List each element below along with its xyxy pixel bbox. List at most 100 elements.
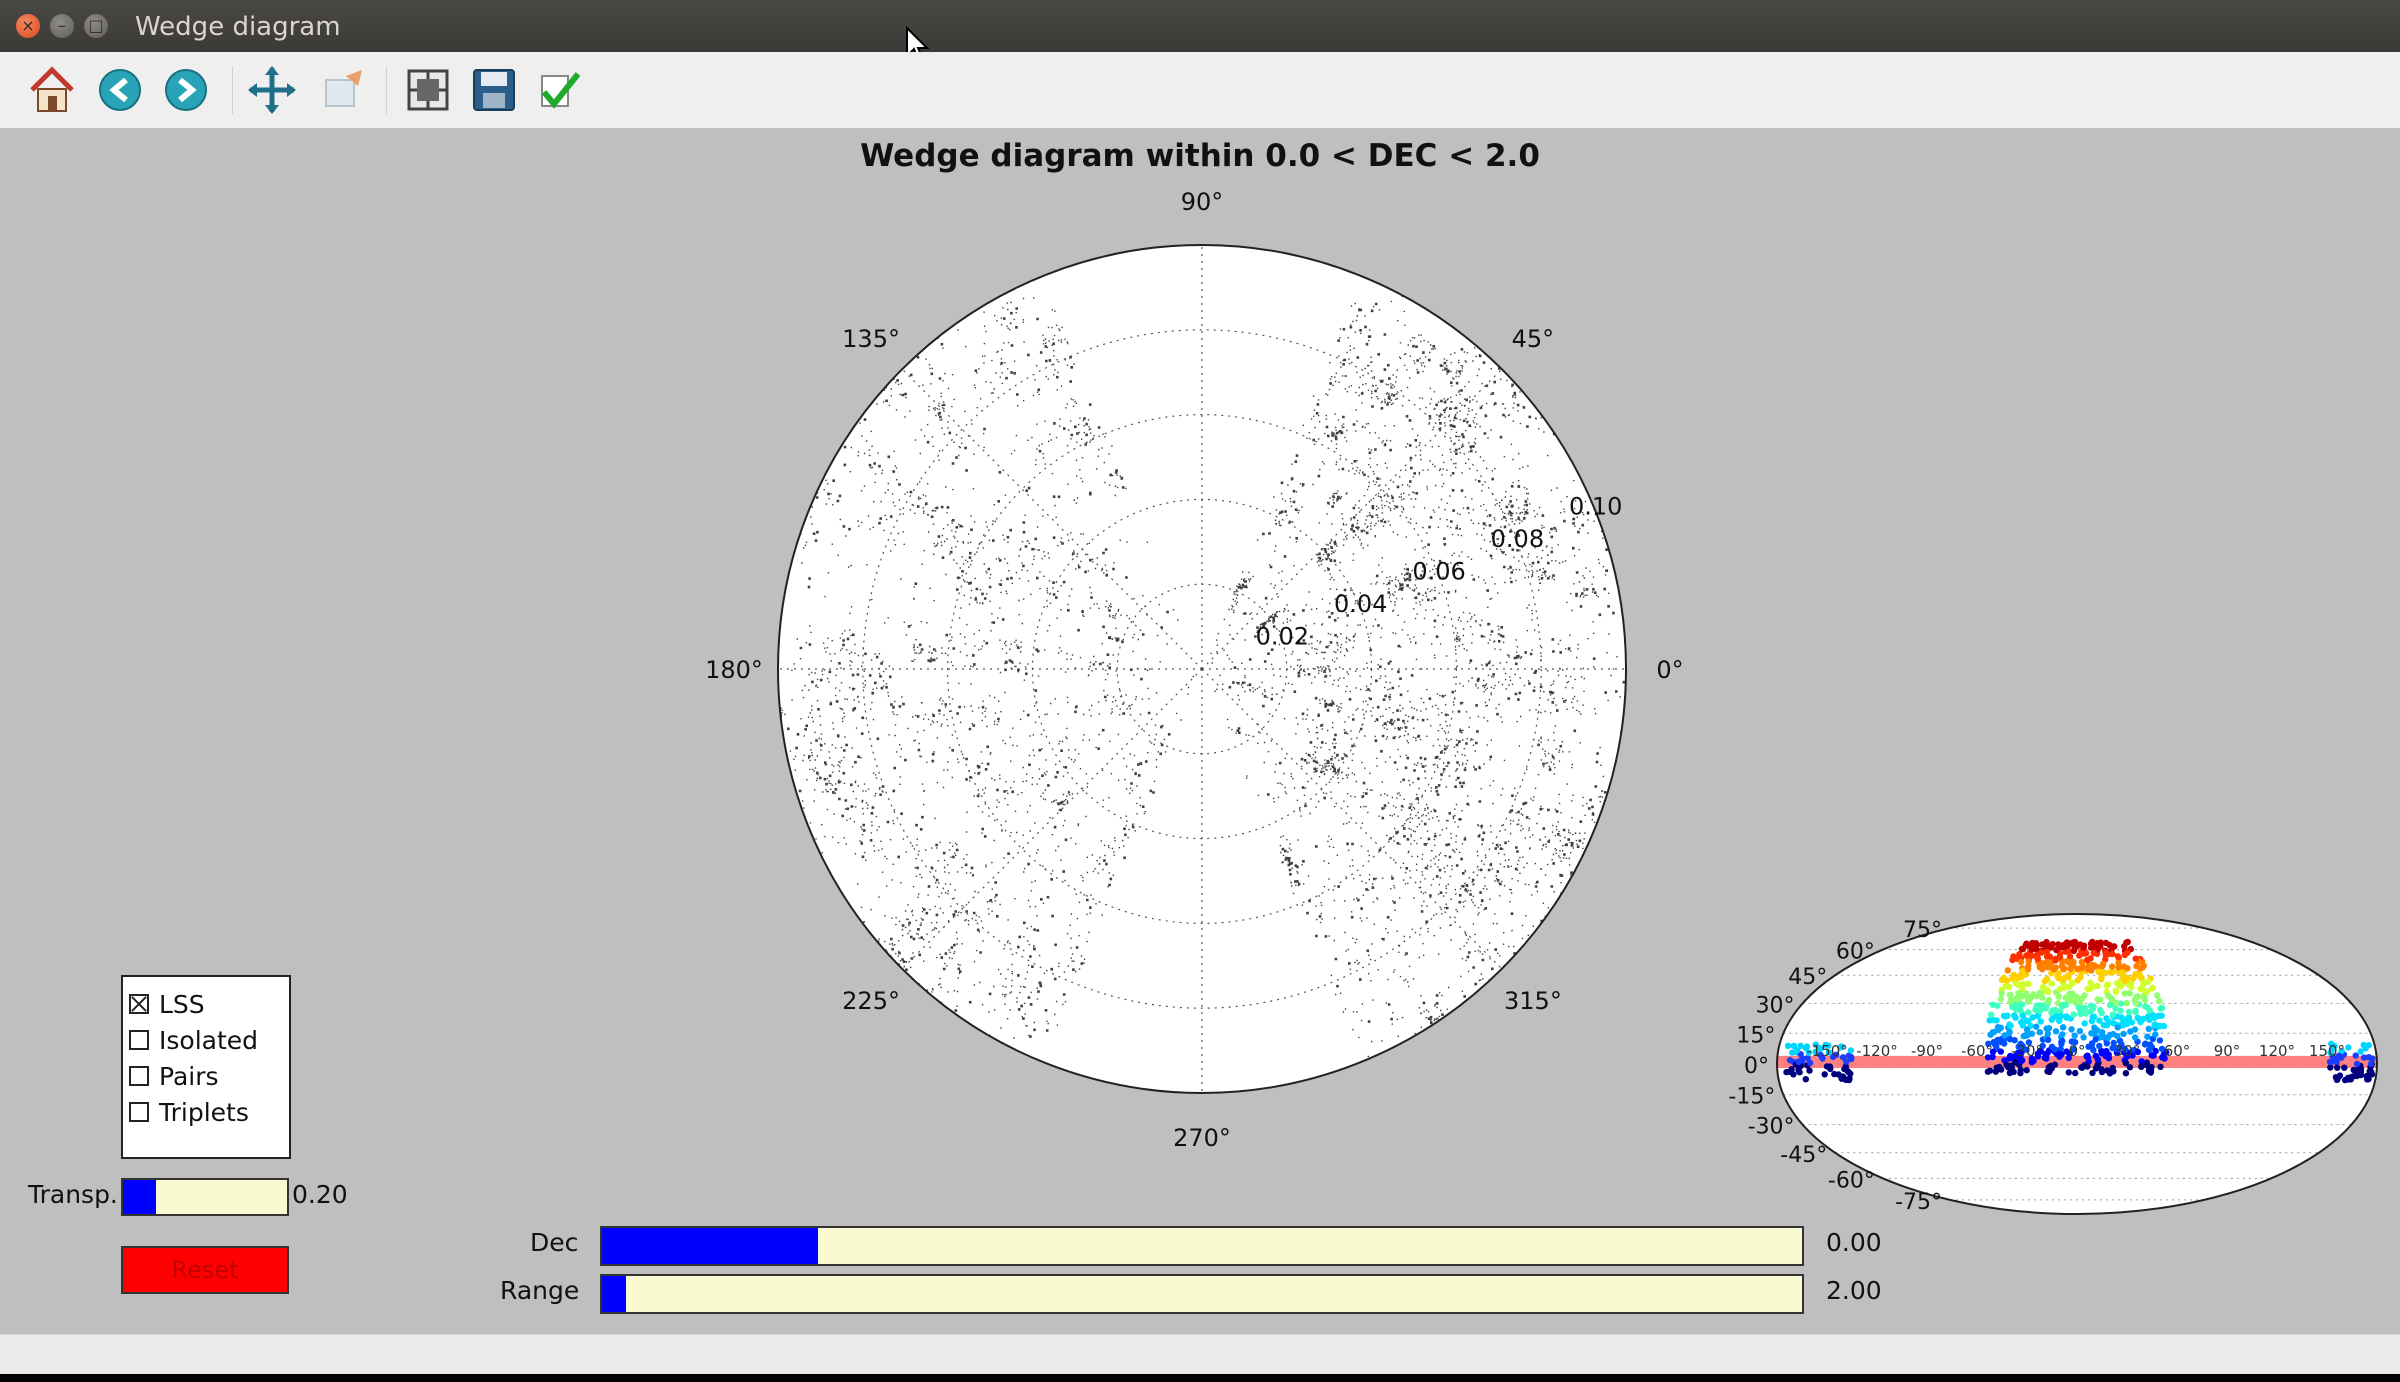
sky-point — [2067, 965, 2074, 972]
sky-point — [2019, 992, 2026, 1000]
sky-point — [2088, 940, 2095, 948]
angle-tick-label: 0° — [1656, 656, 1683, 684]
sky-point — [2041, 977, 2049, 985]
reset-button[interactable]: Reset — [121, 1246, 289, 1294]
radial-tick-label: 0.04 — [1334, 590, 1387, 618]
sky-point — [1997, 1048, 2005, 1055]
radial-tick-label: 0.06 — [1412, 558, 1465, 586]
sky-point — [2004, 967, 2012, 974]
dec-slider[interactable] — [600, 1226, 1804, 1266]
sky-point — [2032, 944, 2039, 952]
checkbox-box[interactable] — [129, 1066, 149, 1086]
checkbox-label: Pairs — [159, 1061, 219, 1091]
sky-point — [2059, 1031, 2066, 1038]
checkbox-box[interactable] — [129, 1030, 149, 1050]
sky-point — [2068, 1026, 2075, 1033]
sky-point — [2006, 991, 2014, 998]
sky-point — [2025, 1009, 2032, 1016]
sky-point — [2100, 1021, 2107, 1029]
sky-point — [1996, 1025, 2003, 1033]
sky-point — [2141, 1041, 2149, 1048]
checkbox-isolated[interactable]: Isolated — [129, 1025, 258, 1055]
sky-point — [2043, 938, 2050, 946]
sky-point — [2011, 1059, 2019, 1066]
sky-point — [2120, 1030, 2127, 1038]
sky-point — [1786, 1068, 1794, 1076]
sky-point — [2044, 1036, 2052, 1044]
sky-point — [2145, 1025, 2152, 1033]
sky-point — [2114, 1024, 2121, 1031]
latitude-tick-label: 30° — [1756, 993, 1795, 1018]
dec-slider-value: 0.00 — [1826, 1228, 1882, 1257]
transp-slider[interactable] — [121, 1178, 289, 1216]
sky-point — [2063, 1014, 2070, 1021]
sky-point — [2345, 1044, 2352, 1051]
sky-point — [1821, 1071, 1828, 1078]
wedge-polar-plot[interactable]: 0.02 0.04 0.06 0.08 0.10 0° 45° 90° 135° 180° 225°… — [0, 0, 2400, 1374]
sky-point — [2104, 1067, 2111, 1074]
sky-point — [2063, 973, 2070, 981]
sky-point — [1802, 1076, 1810, 1083]
sky-point — [2023, 1017, 2030, 1024]
sky-point — [2081, 1020, 2088, 1027]
sky-point — [2087, 1002, 2095, 1009]
sky-point — [2022, 1031, 2030, 1039]
sky-point — [2137, 985, 2144, 993]
radial-tick-label: 0.10 — [1569, 493, 1622, 521]
sky-point — [2046, 1068, 2053, 1076]
angle-tick-label: 180° — [705, 656, 763, 684]
sky-point — [2044, 998, 2052, 1005]
status-bar — [0, 1334, 2400, 1374]
sky-point — [2077, 1010, 2084, 1018]
sky-point — [2155, 1012, 2162, 1019]
radial-tick-label: 0.08 — [1491, 525, 1544, 553]
sky-point — [1997, 995, 2005, 1003]
sky-point — [2006, 1069, 2014, 1077]
sky-point — [2116, 982, 2123, 989]
sky-point — [2110, 1030, 2117, 1038]
sky-point — [2127, 1028, 2134, 1035]
sample-selector-panel: LSS Isolated Pairs Triplets — [121, 975, 291, 1159]
sky-point — [2080, 1034, 2087, 1041]
range-slider[interactable] — [600, 1274, 1804, 1314]
sky-point — [2098, 976, 2105, 983]
sky-point — [2061, 943, 2068, 950]
sky-point — [2109, 963, 2116, 970]
sky-point — [2080, 950, 2087, 957]
sky-point — [2097, 1007, 2104, 1014]
sky-point — [2076, 941, 2084, 948]
sky-point — [2157, 1005, 2164, 1012]
sky-point — [2022, 942, 2029, 949]
sky-point — [2133, 962, 2140, 970]
sky-point — [2013, 995, 2020, 1002]
checkbox-lss[interactable]: LSS — [129, 989, 205, 1019]
sky-point — [2019, 967, 2026, 974]
checkbox-pairs[interactable]: Pairs — [129, 1061, 219, 1091]
sky-point — [2106, 1001, 2114, 1009]
sky-point — [2000, 974, 2008, 982]
sky-point — [2037, 1018, 2044, 1025]
sky-point — [2360, 1041, 2367, 1049]
sky-point — [2063, 994, 2070, 1001]
sky-point — [2094, 996, 2101, 1003]
checkbox-box[interactable] — [129, 1102, 149, 1122]
checkbox-triplets[interactable]: Triplets — [129, 1097, 249, 1127]
sky-point — [2109, 1064, 2116, 1072]
sky-point — [2097, 939, 2104, 946]
sky-point — [2086, 985, 2094, 993]
sky-point — [2101, 969, 2108, 976]
sky-point — [1987, 1031, 1994, 1038]
checkbox-box[interactable] — [129, 994, 149, 1014]
sky-point — [2025, 958, 2032, 965]
sky-point — [2038, 949, 2045, 956]
sky-point — [2009, 1003, 2016, 1011]
sky-point — [2157, 1063, 2164, 1071]
sky-point — [1826, 1063, 1834, 1070]
latitude-tick-label: -45° — [1780, 1143, 1827, 1168]
sky-point — [2036, 963, 2043, 971]
sky-point — [2007, 998, 2015, 1005]
range-slider-label: Range — [500, 1276, 580, 1305]
sky-point — [1839, 1073, 1847, 1080]
transp-slider-label: Transp. — [28, 1180, 118, 1209]
sky-point — [1795, 1066, 1802, 1074]
